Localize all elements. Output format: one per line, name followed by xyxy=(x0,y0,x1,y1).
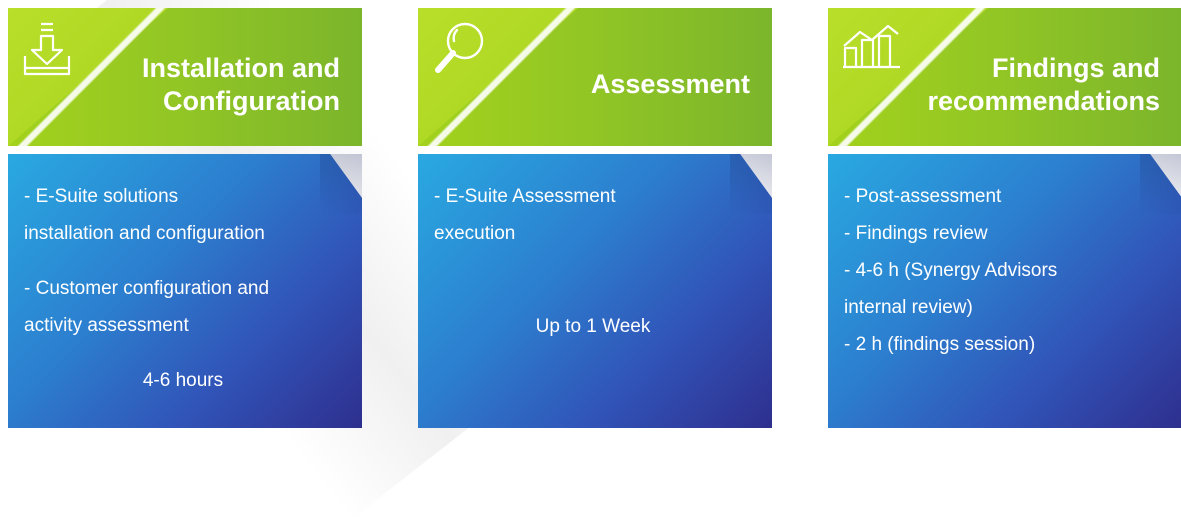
bar-chart-trend-icon xyxy=(843,24,900,69)
corner-fold xyxy=(730,154,772,214)
step-card-findings: Findings and recommendations - Post-asse… xyxy=(820,0,1181,428)
detail-line: - Customer configuration and xyxy=(24,278,270,299)
detail-line: - E-Suite Assessment xyxy=(434,186,616,207)
card-header: Installation and Configuration xyxy=(8,8,362,146)
corner-fold xyxy=(1140,154,1181,214)
card-title: Findings and recommendations xyxy=(927,53,1160,116)
magnifier-icon xyxy=(435,22,484,73)
detail-line: - Post-assessment xyxy=(844,186,1002,207)
duration-label: Up to 1 Week xyxy=(535,316,651,337)
step-card-assessment: Assessment - E-Suite Assessment executio… xyxy=(410,0,772,428)
card-body: - Post-assessment - Findings review - 4-… xyxy=(828,154,1181,428)
corner-fold xyxy=(320,154,362,214)
detail-line: activity assessment xyxy=(24,315,189,336)
card-title: Assessment xyxy=(590,69,750,99)
detail-line: installation and configuration xyxy=(24,223,265,244)
detail-line: - 4-6 h (Synergy Advisors xyxy=(844,260,1058,281)
step-card-installation: Installation and Configuration - E-Suite… xyxy=(0,0,362,428)
card-body: - E-Suite Assessment execution Up to 1 W… xyxy=(418,154,772,428)
card-header: Findings and recommendations xyxy=(828,8,1181,146)
card-body: - E-Suite solutions installation and con… xyxy=(8,154,362,428)
detail-line: - E-Suite solutions xyxy=(24,186,179,207)
card-header: Assessment xyxy=(418,8,772,146)
download-tray-icon xyxy=(23,22,71,76)
card-title: Installation and Configuration xyxy=(141,53,340,116)
duration-label: 4-6 hours xyxy=(142,370,224,391)
detail-line: execution xyxy=(434,223,516,244)
detail-line: internal review) xyxy=(844,297,973,318)
detail-line: - Findings review xyxy=(844,223,988,244)
detail-line: - 2 h (findings session) xyxy=(844,334,1036,355)
